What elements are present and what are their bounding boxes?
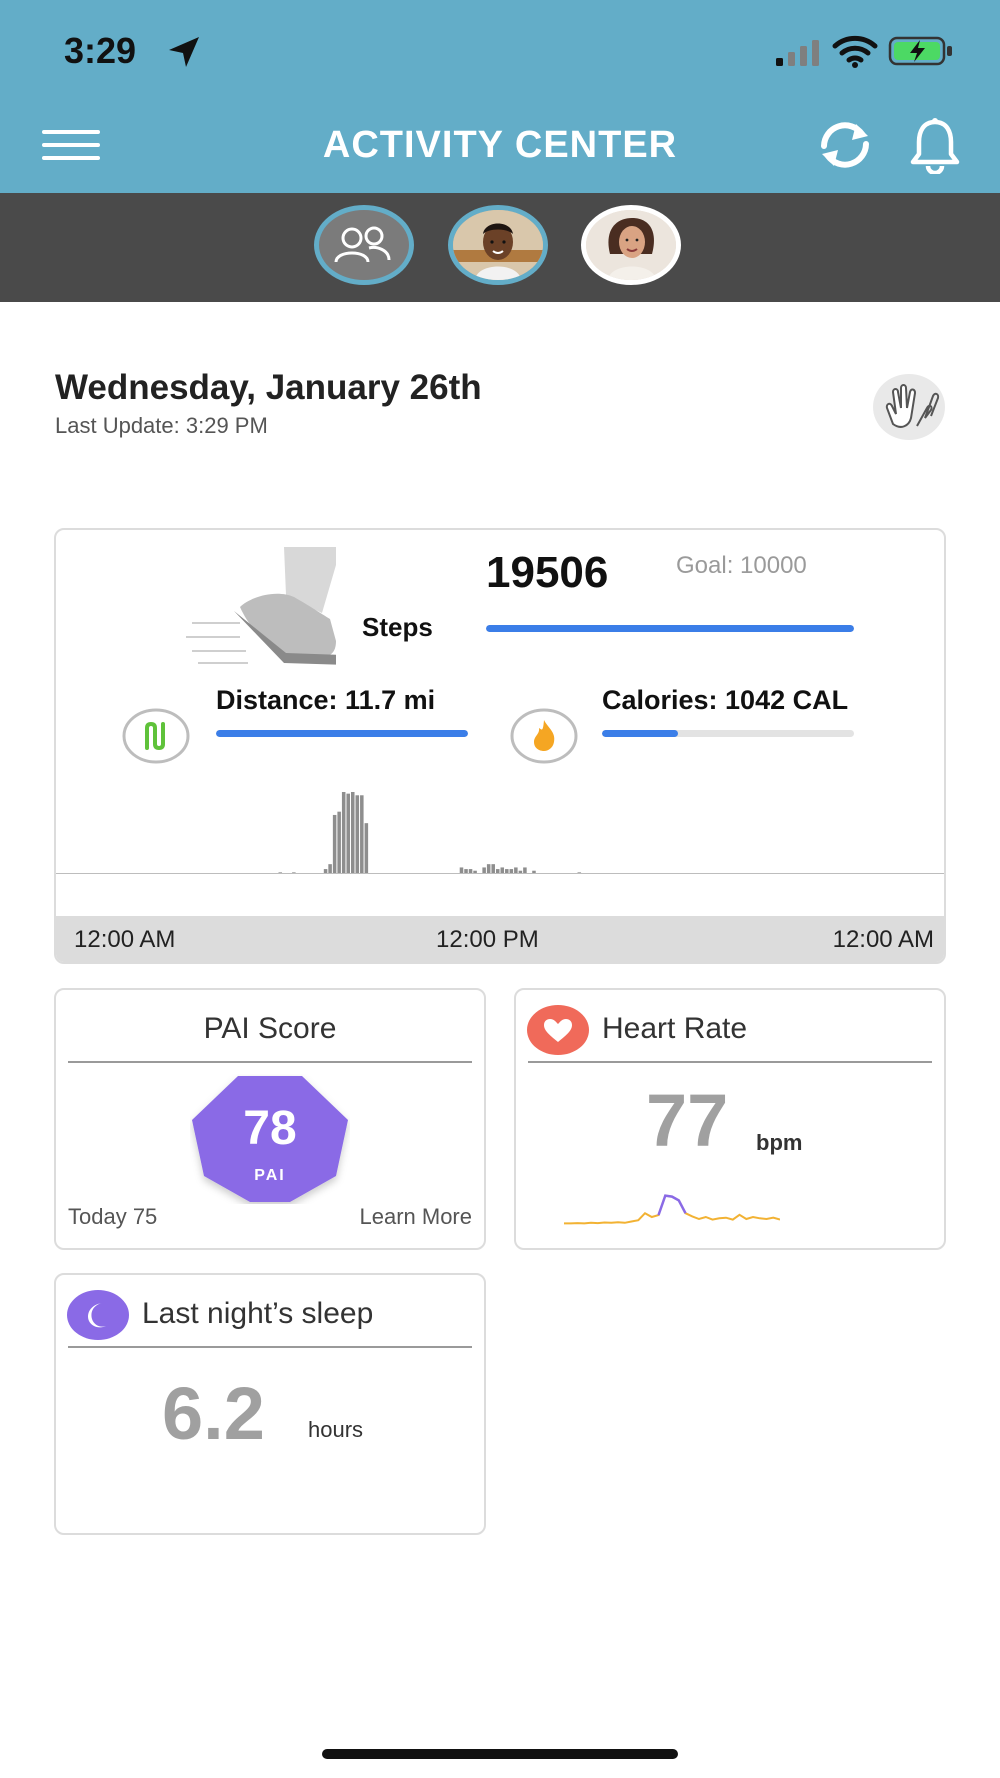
heart-rate-line	[564, 1194, 780, 1225]
axis-label-start: 12:00 AM	[74, 926, 176, 953]
child-photo	[453, 210, 543, 280]
activity-card[interactable]: 19506 Goal: 10000 Steps Distance: 11.7 m…	[54, 528, 946, 964]
last-update-text: Last Update: 3:29 PM	[55, 413, 268, 438]
heart-rate-card[interactable]: Heart Rate 77 bpm	[514, 988, 946, 1250]
heart-rate-title: Heart Rate	[602, 1012, 748, 1045]
sync-icon[interactable]	[812, 118, 878, 172]
high-five-icon	[885, 384, 940, 428]
learn-more-link[interactable]: Learn More	[359, 1204, 472, 1230]
heart-icon	[527, 1005, 589, 1055]
calories-progress-bar	[602, 730, 854, 737]
heart-rate-peak	[657, 1194, 687, 1216]
distance-label: Distance: 11.7 mi	[216, 685, 436, 715]
heart-rate-value: 77	[646, 1079, 729, 1162]
steps-progress-fill	[486, 625, 854, 632]
cellular-signal-icon	[776, 40, 819, 66]
distance-icon	[122, 708, 190, 764]
steps-progress-bar	[486, 625, 854, 632]
steps-goal: Goal: 10000	[676, 552, 807, 579]
steps-histogram	[56, 792, 944, 874]
wifi-icon	[832, 35, 878, 68]
pai-unit: PAI	[254, 1167, 285, 1184]
histogram-bar	[337, 811, 341, 874]
distance-progress-fill	[216, 730, 468, 737]
sleep-unit: hours	[308, 1417, 364, 1442]
histogram-bar	[364, 823, 369, 874]
adult-photo	[586, 210, 676, 280]
shoe-icon	[186, 547, 336, 665]
histogram-bar	[350, 792, 355, 874]
steps-value: 19506	[486, 548, 609, 597]
flame-icon	[510, 708, 578, 764]
heart-rate-sparkline	[564, 1194, 780, 1225]
histogram-bar	[355, 795, 360, 874]
calories-label: Calories: 1042 CAL	[602, 685, 849, 715]
axis-label-end: 12:00 AM	[832, 926, 934, 953]
pai-value: 78	[243, 1102, 296, 1155]
histogram-bar	[346, 793, 350, 874]
histogram-bar	[486, 864, 491, 874]
time-axis: 12:00 AM 12:00 PM 12:00 AM	[56, 916, 944, 962]
pai-today: Today 75	[68, 1204, 158, 1229]
sleep-title: Last night’s sleep	[142, 1297, 374, 1330]
axis-label-noon: 12:00 PM	[436, 926, 539, 953]
steps-label: Steps	[362, 612, 433, 642]
moon-icon	[67, 1290, 129, 1340]
location-arrow-icon	[169, 37, 199, 67]
battery-charging-icon	[888, 36, 952, 66]
sleep-value: 6.2	[162, 1372, 265, 1455]
pai-card[interactable]: PAI Score 78 PAI Today 75 Learn More	[54, 988, 486, 1250]
pai-title: PAI Score	[203, 1012, 337, 1045]
histogram-bar	[328, 864, 332, 874]
high-five-button[interactable]	[873, 374, 945, 440]
status-time: 3:29	[64, 30, 137, 71]
histogram-bar	[360, 795, 364, 874]
calories-progress-fill	[602, 730, 678, 737]
divider	[528, 1061, 932, 1063]
adult-avatar[interactable]	[581, 205, 681, 285]
sleep-card[interactable]: Last night’s sleep 6.2 hours	[54, 1273, 486, 1535]
group-icon	[334, 226, 391, 263]
divider	[68, 1061, 472, 1063]
bell-icon[interactable]	[908, 116, 962, 174]
heart-rate-unit: bpm	[756, 1130, 803, 1155]
group-avatar[interactable]	[314, 205, 414, 285]
pai-badge: 78 PAI	[192, 1076, 348, 1202]
distance-progress-bar	[216, 730, 468, 737]
histogram-bar	[341, 792, 346, 874]
date-heading: Wednesday, January 26th	[55, 368, 482, 407]
divider	[68, 1346, 472, 1348]
histogram-bar	[491, 864, 495, 874]
histogram-bar	[332, 814, 337, 874]
child-avatar[interactable]	[448, 205, 548, 285]
home-indicator	[322, 1749, 678, 1759]
